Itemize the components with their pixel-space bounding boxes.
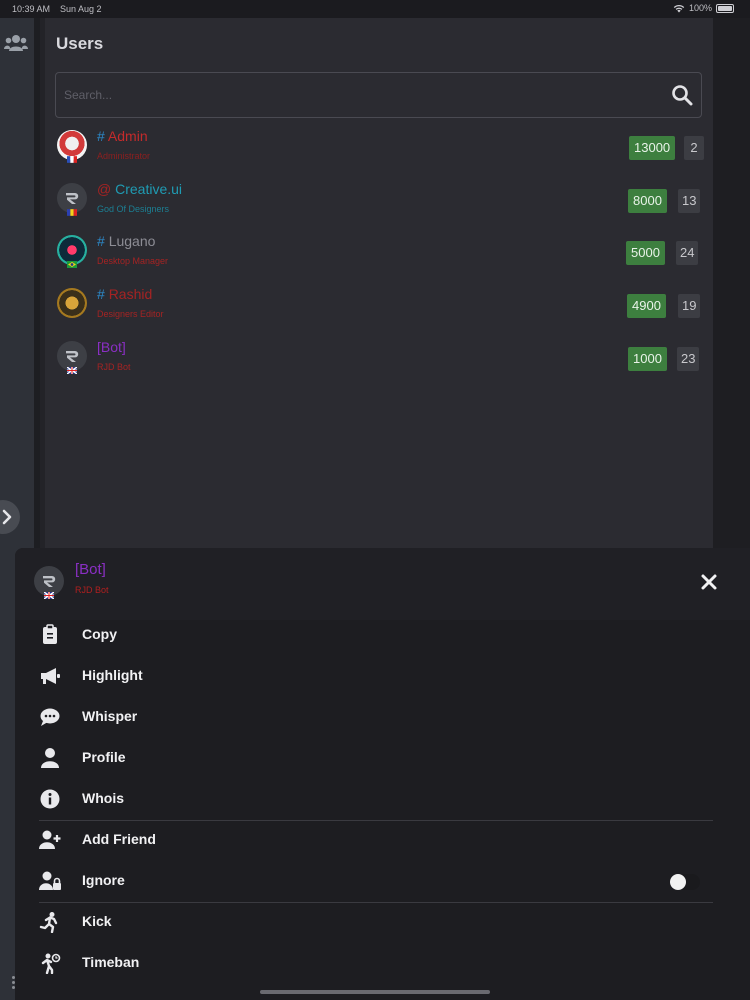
status-bar: 10:39 AM Sun Aug 2 100% xyxy=(0,0,750,18)
count-badge: 24 xyxy=(676,241,699,265)
flag-gb-icon xyxy=(67,367,77,374)
user-row-bot[interactable]: [Bot] RJD Bot 1000 23 xyxy=(55,335,703,385)
user-role: Designers Editor xyxy=(97,309,164,319)
right-strip xyxy=(713,18,750,558)
menu-item-timeban[interactable]: Timeban xyxy=(15,944,750,985)
count-badge: 2 xyxy=(684,136,704,160)
battery-icon xyxy=(716,3,734,13)
close-icon[interactable] xyxy=(699,572,719,592)
menu-item-whois[interactable]: Whois xyxy=(15,780,750,821)
r-logo-icon xyxy=(43,576,56,587)
user-row-admin[interactable]: # Admin Administrator 13000 2 xyxy=(55,124,704,174)
user-role: Desktop Manager xyxy=(97,256,169,266)
home-indicator[interactable] xyxy=(260,990,490,994)
menu-item-label: Add Friend xyxy=(82,831,156,847)
menu-item-ignore[interactable]: Ignore xyxy=(15,862,750,903)
sheet-header: [Bot] RJD Bot xyxy=(15,548,750,620)
r-logo-icon xyxy=(66,351,79,362)
ignore-toggle[interactable] xyxy=(670,874,700,890)
user-role: RJD Bot xyxy=(97,362,131,372)
search-box xyxy=(55,72,702,118)
running-person-icon xyxy=(39,912,58,933)
status-date: Sun Aug 2 xyxy=(60,4,102,14)
count-badge: 19 xyxy=(678,294,701,318)
menu-item-kick[interactable]: Kick xyxy=(15,903,750,944)
user-name: # Lugano xyxy=(97,233,156,249)
user-name: @ Creative.ui xyxy=(97,181,183,197)
count-badge: 13 xyxy=(678,189,701,213)
menu-item-label: Ignore xyxy=(82,872,125,888)
person-icon xyxy=(41,748,59,768)
menu-item-copy[interactable]: Copy xyxy=(15,616,750,657)
menu-item-label: Whisper xyxy=(82,708,138,724)
points-badge: 13000 xyxy=(629,136,676,160)
points-badge: 8000 xyxy=(628,189,667,213)
flag-fr-icon xyxy=(67,156,77,163)
search-icon[interactable] xyxy=(671,84,693,106)
menu-item-label: Profile xyxy=(82,749,126,765)
user-role: God Of Designers xyxy=(97,204,170,214)
page-title: Users xyxy=(56,34,104,53)
megaphone-icon xyxy=(41,668,60,684)
info-icon xyxy=(40,789,60,809)
flag-gb-icon xyxy=(44,592,54,599)
flag-ro-icon xyxy=(67,209,77,216)
user-role: Administrator xyxy=(97,151,151,161)
r-logo-icon xyxy=(66,193,79,204)
user-action-sheet: [Bot] RJD Bot Copy Highlight Whisper Pro… xyxy=(15,548,750,1000)
search-input[interactable] xyxy=(64,85,654,105)
user-lock-icon xyxy=(39,871,61,890)
avatar xyxy=(57,288,87,318)
menu-item-profile[interactable]: Profile xyxy=(15,739,750,780)
status-time: 10:39 AM xyxy=(12,4,51,14)
points-badge: 4900 xyxy=(627,294,666,318)
status-right: 100% xyxy=(673,3,734,13)
user-row-rashid[interactable]: # Rashid Designers Editor 4900 19 xyxy=(55,282,703,332)
menu-item-label: Copy xyxy=(82,626,117,642)
menu-item-highlight[interactable]: Highlight xyxy=(15,657,750,698)
user-name: [Bot] xyxy=(97,339,126,355)
clipboard-icon xyxy=(43,624,57,644)
chevron-right-icon xyxy=(2,509,12,525)
points-badge: 5000 xyxy=(626,241,665,265)
menu-item-add-friend[interactable]: Add Friend xyxy=(15,821,750,862)
user-plus-icon xyxy=(39,830,61,849)
sheet-user-role: RJD Bot xyxy=(75,585,109,595)
wifi-icon xyxy=(673,4,685,12)
menu-item-label: Kick xyxy=(82,913,112,929)
user-name: # Admin xyxy=(97,128,148,144)
panel-edge xyxy=(40,18,45,558)
expand-sidebar-button[interactable] xyxy=(0,500,20,534)
battery-percent: 100% xyxy=(688,3,712,13)
count-badge: 23 xyxy=(677,347,700,371)
users-icon[interactable] xyxy=(4,34,28,52)
user-row-creative[interactable]: @ Creative.ui God Of Designers 8000 13 xyxy=(55,177,703,227)
menu-item-whisper[interactable]: Whisper xyxy=(15,698,750,739)
walking-timer-icon xyxy=(41,953,61,974)
sheet-user-name: [Bot] xyxy=(75,561,106,578)
toggle-knob xyxy=(670,874,686,890)
flag-br-icon xyxy=(67,261,77,268)
menu-item-label: Highlight xyxy=(82,667,143,683)
user-row-lugano[interactable]: # Lugano Desktop Manager 5000 24 xyxy=(55,229,703,279)
points-badge: 1000 xyxy=(628,347,667,371)
menu-item-label: Whois xyxy=(82,790,124,806)
user-name: # Rashid xyxy=(97,286,153,302)
menu-item-label: Timeban xyxy=(82,954,140,970)
chat-bubble-icon xyxy=(40,708,60,726)
